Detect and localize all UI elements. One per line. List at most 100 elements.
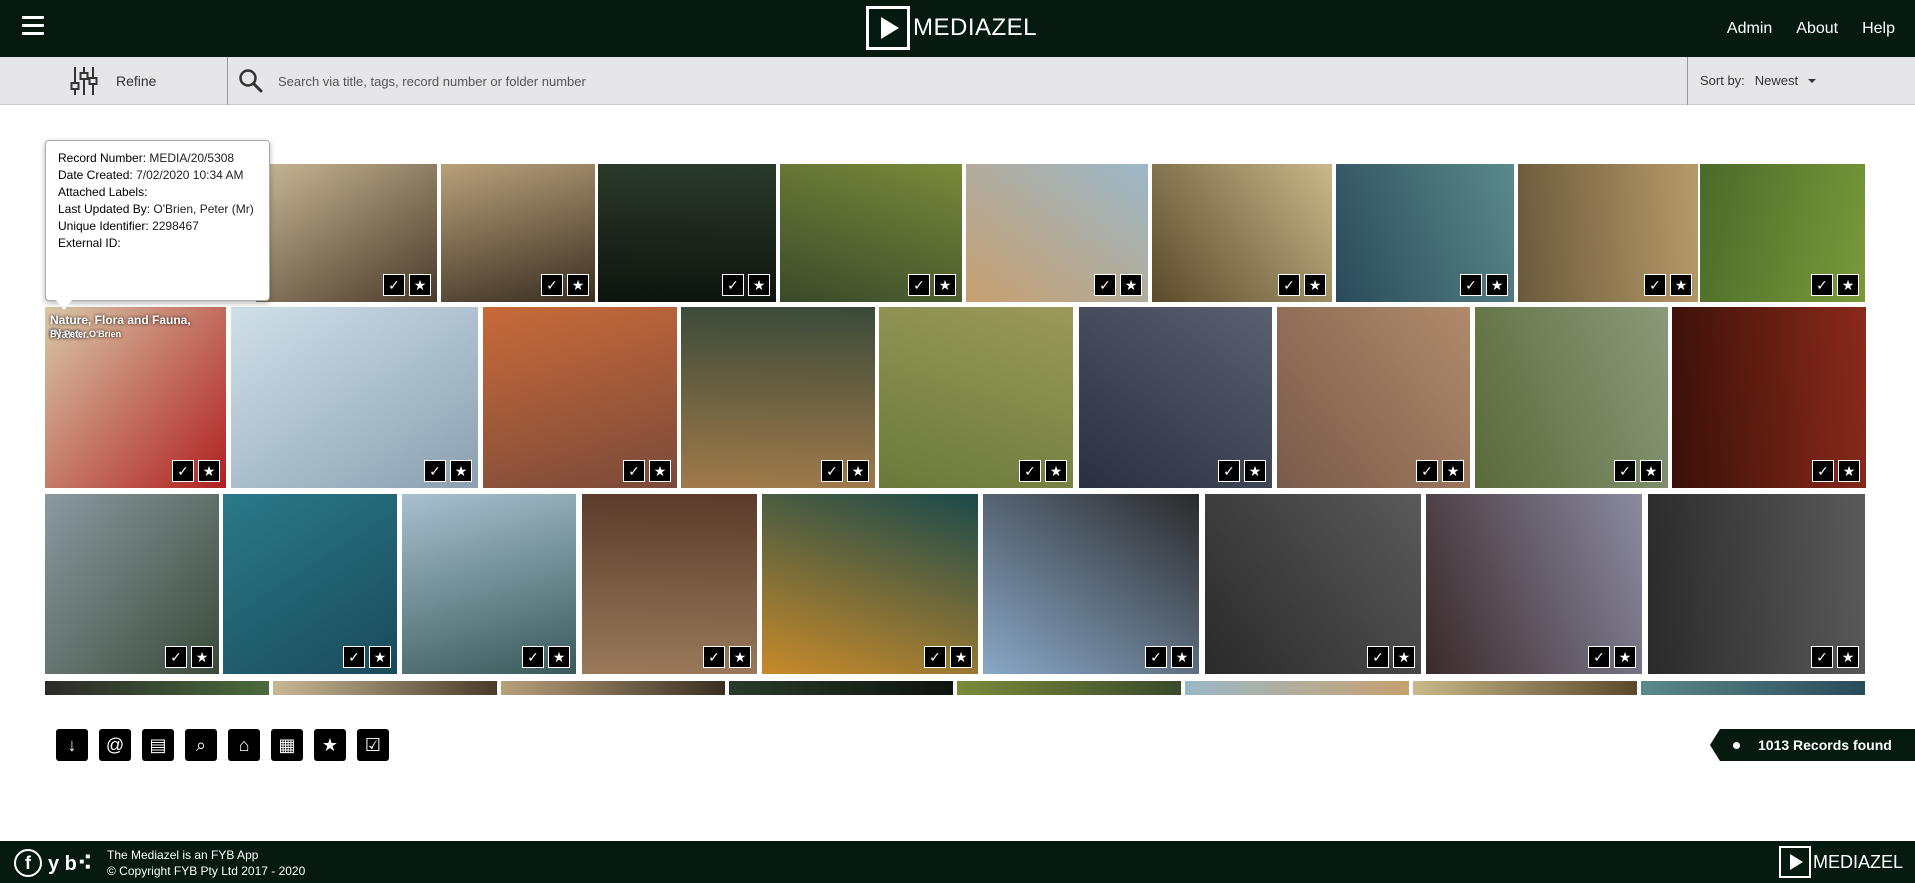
select-checkbox-icon[interactable]: ✓ (172, 460, 194, 482)
favorite-star-icon[interactable]: ★ (409, 274, 431, 296)
select-checkbox-icon[interactable]: ✓ (165, 646, 187, 668)
favorite-star-icon[interactable]: ★ (1304, 274, 1326, 296)
select-checkbox-icon[interactable]: ✓ (1588, 646, 1610, 668)
select-checkbox-icon[interactable]: ✓ (908, 274, 930, 296)
favorite-star-icon[interactable]: ★ (1837, 274, 1859, 296)
favorite-star-icon[interactable]: ★ (1838, 460, 1860, 482)
media-thumbnail[interactable] (45, 681, 269, 695)
select-checkbox-icon[interactable]: ✓ (541, 274, 563, 296)
footer-logo[interactable]: MEDIAZEL (1778, 846, 1903, 878)
favorite-star-icon[interactable]: ★ (950, 646, 972, 668)
media-thumbnail[interactable]: ✓ ★ (45, 494, 219, 674)
mediazel-logo[interactable]: MEDIAZEL (866, 5, 1037, 51)
favorite-star-icon[interactable]: ★ (1640, 460, 1662, 482)
hamburger-menu-icon[interactable] (22, 16, 44, 38)
select-checkbox-icon[interactable]: ✓ (1145, 646, 1167, 668)
media-thumbnail[interactable]: ✓ ★ (780, 164, 962, 302)
checkbox-icon[interactable]: ☑ (357, 729, 389, 761)
media-thumbnail[interactable]: ✓ ★ (582, 494, 757, 674)
favorite-star-icon[interactable]: ★ (934, 274, 956, 296)
favorite-star-icon[interactable]: ★ (649, 460, 671, 482)
select-checkbox-icon[interactable]: ✓ (343, 646, 365, 668)
media-thumbnail[interactable]: ✓ ★ (1152, 164, 1332, 302)
select-checkbox-icon[interactable]: ✓ (703, 646, 725, 668)
search-input[interactable] (278, 68, 1658, 94)
media-thumbnail[interactable]: ✓ ★ (231, 307, 478, 488)
media-thumbnail[interactable]: ✓ ★ (441, 164, 595, 302)
select-checkbox-icon[interactable]: ✓ (1811, 274, 1833, 296)
favorite-star-icon[interactable]: ★ (1442, 460, 1464, 482)
media-thumbnail[interactable]: ✓ ★ (762, 494, 978, 674)
media-thumbnail[interactable]: ✓ ★ (879, 307, 1073, 488)
select-checkbox-icon[interactable]: ✓ (1416, 460, 1438, 482)
select-checkbox-icon[interactable]: ✓ (1278, 274, 1300, 296)
select-checkbox-icon[interactable]: ✓ (1614, 460, 1636, 482)
media-thumbnail[interactable]: ✓ ★ (1336, 164, 1514, 302)
media-thumbnail[interactable] (729, 681, 953, 695)
download-icon[interactable]: ↓ (56, 729, 88, 761)
select-checkbox-icon[interactable]: ✓ (1094, 274, 1116, 296)
media-thumbnail[interactable]: ✓ ★ Nature, Flora and Fauna, Plant... By Pe… (45, 307, 226, 488)
select-checkbox-icon[interactable]: ✓ (522, 646, 544, 668)
media-thumbnail[interactable]: ✓ ★ (966, 164, 1148, 302)
media-thumbnail[interactable]: ✓ ★ (402, 494, 576, 674)
favorite-star-icon[interactable]: ★ (1486, 274, 1508, 296)
favorite-star-icon[interactable]: ★ (1670, 274, 1692, 296)
fyb-logo-icon[interactable]: y b⠪ (48, 851, 93, 876)
nav-about[interactable]: About (1796, 20, 1838, 38)
favorite-star-icon[interactable]: ★ (729, 646, 751, 668)
folder-icon[interactable]: ▤ (142, 729, 174, 761)
media-thumbnail[interactable]: ✓ ★ (1079, 307, 1272, 488)
media-thumbnail[interactable] (501, 681, 725, 695)
search-icon[interactable] (238, 68, 264, 94)
media-thumbnail[interactable] (273, 681, 497, 695)
media-thumbnail[interactable]: ✓ ★ (1672, 307, 1866, 488)
nav-admin[interactable]: Admin (1727, 20, 1772, 38)
select-checkbox-icon[interactable]: ✓ (924, 646, 946, 668)
favorite-star-icon[interactable]: ★ (1393, 646, 1415, 668)
document-icon[interactable]: ▦ (271, 729, 303, 761)
favorite-star-icon[interactable]: ★ (1837, 646, 1859, 668)
nav-help[interactable]: Help (1862, 20, 1895, 38)
favorite-star-icon[interactable]: ★ (1120, 274, 1142, 296)
media-thumbnail[interactable]: ✓ ★ (1518, 164, 1698, 302)
facebook-icon[interactable]: f (14, 849, 42, 877)
media-thumbnail[interactable]: ✓ ★ (256, 164, 437, 302)
media-thumbnail[interactable]: ✓ ★ (983, 494, 1199, 674)
favorite-star-icon[interactable]: ★ (548, 646, 570, 668)
media-thumbnail[interactable] (1641, 681, 1865, 695)
favorite-star-icon[interactable]: ★ (198, 460, 220, 482)
email-icon[interactable]: @ (99, 729, 131, 761)
media-thumbnail[interactable]: ✓ ★ (1475, 307, 1668, 488)
media-thumbnail[interactable]: ✓ ★ (1700, 164, 1865, 302)
star-icon[interactable]: ★ (314, 729, 346, 761)
media-thumbnail[interactable]: ✓ ★ (483, 307, 677, 488)
select-checkbox-icon[interactable]: ✓ (1218, 460, 1240, 482)
select-checkbox-icon[interactable]: ✓ (1811, 646, 1833, 668)
select-checkbox-icon[interactable]: ✓ (1644, 274, 1666, 296)
media-thumbnail[interactable] (1185, 681, 1409, 695)
media-thumbnail[interactable]: ✓ ★ (681, 307, 875, 488)
select-checkbox-icon[interactable]: ✓ (821, 460, 843, 482)
media-thumbnail[interactable] (1413, 681, 1637, 695)
select-checkbox-icon[interactable]: ✓ (1460, 274, 1482, 296)
sort-dropdown[interactable]: Sort by: Newest (1700, 73, 1817, 88)
favorite-star-icon[interactable]: ★ (847, 460, 869, 482)
tag-icon[interactable]: ⌂ (228, 729, 260, 761)
search-document-icon[interactable]: ⌕ (185, 729, 217, 761)
favorite-star-icon[interactable]: ★ (450, 460, 472, 482)
select-checkbox-icon[interactable]: ✓ (1367, 646, 1389, 668)
favorite-star-icon[interactable]: ★ (369, 646, 391, 668)
favorite-star-icon[interactable]: ★ (1244, 460, 1266, 482)
media-thumbnail[interactable]: ✓ ★ (1426, 494, 1642, 674)
select-checkbox-icon[interactable]: ✓ (383, 274, 405, 296)
favorite-star-icon[interactable]: ★ (567, 274, 589, 296)
media-thumbnail[interactable]: ✓ ★ (598, 164, 776, 302)
media-thumbnail[interactable]: ✓ ★ (1277, 307, 1470, 488)
select-checkbox-icon[interactable]: ✓ (424, 460, 446, 482)
favorite-star-icon[interactable]: ★ (1045, 460, 1067, 482)
select-checkbox-icon[interactable]: ✓ (722, 274, 744, 296)
refine-button[interactable]: Refine (70, 65, 156, 97)
favorite-star-icon[interactable]: ★ (191, 646, 213, 668)
media-thumbnail[interactable]: ✓ ★ (223, 494, 397, 674)
